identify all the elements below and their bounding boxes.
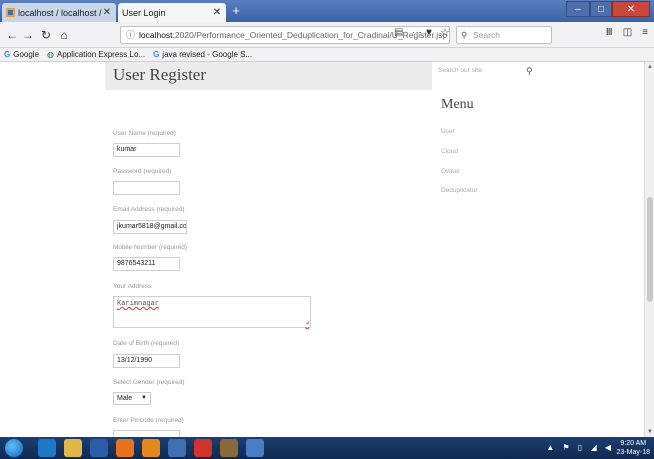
- page-header: User Register: [105, 62, 432, 90]
- pincode-field[interactable]: [113, 430, 180, 437]
- username-field[interactable]: kumar: [113, 143, 180, 157]
- tab-user-login[interactable]: User Login ✕: [118, 3, 226, 22]
- email-label: Email Address (required): [113, 206, 185, 213]
- menu-item-cloud[interactable]: Cloud: [441, 148, 458, 155]
- clock-date: 23-May-18: [616, 449, 650, 456]
- search-input[interactable]: ⚲ Search: [456, 26, 552, 44]
- reader-view-icon[interactable]: ▤: [394, 27, 403, 38]
- bookmark-label: Application Express Lo...: [57, 50, 146, 59]
- forward-button[interactable]: →: [20, 27, 36, 43]
- dob-label: Date of Birth (required): [113, 340, 180, 347]
- bookmark-google[interactable]: G Google: [4, 50, 39, 59]
- back-button[interactable]: ←: [4, 27, 20, 43]
- bookmark-label: java revised - Google S...: [162, 50, 253, 59]
- phpmyadmin-icon: [6, 8, 15, 17]
- gender-value: Male: [117, 395, 133, 402]
- start-button[interactable]: [4, 438, 24, 458]
- scrollbar-thumb[interactable]: [647, 197, 653, 302]
- password-label: Password (required): [113, 168, 172, 175]
- password-field[interactable]: [113, 181, 180, 195]
- resize-grip-icon[interactable]: ◢: [305, 319, 309, 326]
- menu-heading: Menu: [441, 97, 474, 112]
- search-icon[interactable]: ⚲: [526, 64, 533, 78]
- close-window-button[interactable]: ✕: [612, 1, 650, 17]
- search-icon: ⚲: [461, 30, 468, 40]
- url-path: :2020/Performance_Oriented_Deduplication…: [172, 30, 448, 40]
- navigation-toolbar: ← → ↻ ⌂ ⓘ localhost:2020/Performance_Ori…: [0, 22, 654, 48]
- close-tab-icon[interactable]: ✕: [102, 7, 112, 18]
- page-viewport: User Register User Name (required) kumar…: [0, 62, 644, 437]
- window-icon[interactable]: [246, 439, 264, 457]
- menu-icon[interactable]: ≡: [642, 27, 648, 38]
- globe-icon: ◍: [47, 50, 55, 59]
- library-icon[interactable]: Ⅲ: [606, 27, 613, 38]
- register-form: User Name (required) kumar Password (req…: [105, 90, 432, 437]
- email-field[interactable]: jkumar5818@gmail.com: [113, 220, 187, 234]
- settings-icon[interactable]: [220, 439, 238, 457]
- chevron-down-icon: ▼: [141, 395, 147, 401]
- bookmark-star-icon[interactable]: ☆: [440, 26, 450, 39]
- pincode-label: Enter Pincode (required): [113, 417, 184, 424]
- maximize-button[interactable]: □: [590, 1, 612, 17]
- home-button[interactable]: ⌂: [56, 27, 72, 43]
- username-label: User Name (required): [113, 130, 176, 137]
- tab-label: User Login: [122, 7, 166, 18]
- google-icon: G: [4, 50, 11, 59]
- vertical-scrollbar[interactable]: ▲ ▼: [644, 62, 654, 437]
- site-info-icon[interactable]: ⓘ: [126, 27, 135, 43]
- site-search-input[interactable]: Search our site: ⚲: [438, 64, 548, 78]
- menu-item-user[interactable]: User: [441, 128, 455, 135]
- bookmark-application-express[interactable]: ◍ Application Express Lo...: [47, 50, 145, 59]
- window-titlebar: localhost / localhost / lddl | php ✕ Use…: [0, 0, 654, 22]
- chat-icon[interactable]: [168, 439, 186, 457]
- tab-phpmyadmin[interactable]: localhost / localhost / lddl | php ✕: [2, 3, 116, 22]
- windows-taskbar: ▲ ⚑ ▯ ◢ ◀ 9:20 AM 23-May-18: [0, 437, 654, 459]
- tab-label: localhost / localhost / lddl | php: [18, 7, 102, 18]
- site-search-placeholder: Search our site:: [438, 67, 484, 74]
- scroll-down-icon[interactable]: ▼: [646, 429, 654, 435]
- bookmark-label: Google: [13, 50, 40, 59]
- address-label: Your Address: [113, 283, 152, 290]
- file-explorer-icon[interactable]: [64, 439, 82, 457]
- url-host: localhost: [139, 30, 173, 40]
- clock-time: 9:20 AM: [620, 440, 647, 447]
- address-value: Karimnagar: [117, 300, 160, 308]
- address-textarea[interactable]: Karimnagar ◢: [113, 296, 311, 328]
- reload-button[interactable]: ↻: [38, 27, 54, 43]
- scroll-up-icon[interactable]: ▲: [646, 64, 654, 70]
- bookmark-java-revised[interactable]: G java revised - Google S...: [153, 50, 252, 59]
- system-tray[interactable]: ▲ ⚑ ▯ ◢ ◀: [546, 443, 614, 452]
- gender-label: Select Gender (required): [113, 379, 185, 386]
- app-icon[interactable]: [90, 439, 108, 457]
- sidebar-icon[interactable]: ◫: [623, 27, 632, 38]
- pocket-icon[interactable]: ♥: [426, 27, 432, 38]
- clock[interactable]: 9:20 AM 23-May-18: [617, 439, 650, 457]
- page-actions-icon[interactable]: ···: [412, 27, 422, 38]
- firefox-alt-icon[interactable]: [142, 439, 160, 457]
- page-title: User Register: [113, 65, 207, 84]
- mobile-label: Mobile Number (required): [113, 244, 188, 251]
- gender-select[interactable]: Male ▼: [113, 392, 151, 405]
- acrobat-icon[interactable]: [194, 439, 212, 457]
- firefox-icon[interactable]: [116, 439, 134, 457]
- close-tab-icon[interactable]: ✕: [212, 7, 222, 18]
- new-tab-button[interactable]: +: [228, 4, 244, 18]
- search-placeholder: Search: [473, 30, 500, 40]
- dob-field[interactable]: 13/12/1990: [113, 354, 180, 368]
- internet-explorer-icon[interactable]: [38, 439, 56, 457]
- minimize-button[interactable]: –: [566, 1, 590, 17]
- google-icon: G: [153, 50, 160, 59]
- mobile-field[interactable]: 9876543211: [113, 257, 180, 271]
- bookmarks-toolbar: G Google ◍ Application Express Lo... G j…: [0, 48, 654, 62]
- menu-item-owner[interactable]: Owner: [441, 168, 460, 175]
- menu-item-deduplicator[interactable]: Deduplicator: [441, 187, 478, 194]
